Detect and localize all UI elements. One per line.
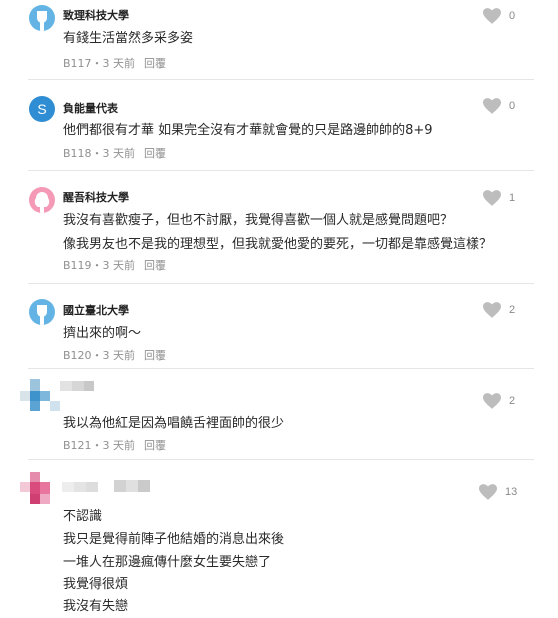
comment-text: 我沒有喜歡瘦子，但也不討厭，我覺得喜歡一個人就是感覺問題吧？	[63, 213, 454, 228]
comment-b121: 我以為他紅是因為唱饒舌裡面帥的很少 B121・3 天前 回覆 2	[0, 369, 558, 459]
comment-meta: B120・3 天前 回覆	[63, 347, 166, 363]
reply-button[interactable]: 回覆	[144, 259, 166, 272]
separator: ・	[91, 147, 103, 160]
heart-icon	[483, 190, 501, 206]
like-count: 2	[509, 304, 516, 316]
heart-icon	[483, 98, 501, 114]
comment-time: 3 天前	[102, 259, 136, 272]
like-count: 0	[509, 100, 516, 112]
comment-text: 不認識	[63, 509, 103, 524]
floor-number: B121	[63, 439, 92, 452]
comment-meta: B118・3 天前 回覆	[63, 145, 166, 161]
separator: ・	[91, 439, 103, 452]
comment-meta: B121・3 天前 回覆	[63, 437, 166, 453]
comment-text: 有錢生活當然多采多姿	[63, 31, 194, 46]
comment-b119: 醒吾科技大學 我沒有喜歡瘦子，但也不討厭，我覺得喜歡一個人就是感覺問題吧？ 像我…	[0, 171, 558, 283]
comment-text: 我沒有失戀	[63, 599, 129, 614]
floor-number: B118	[63, 147, 92, 160]
like-button[interactable]: 0	[483, 8, 515, 24]
comment-text: 我只是覺得前陣子他結婚的消息出來後	[63, 532, 285, 547]
comment-author[interactable]: 國立臺北大學	[63, 302, 129, 318]
comment-time: 3 天前	[102, 349, 136, 362]
pixelated-avatar[interactable]	[20, 472, 60, 508]
comment-text: 擠出來的啊～	[63, 326, 142, 341]
like-button[interactable]: 0	[483, 98, 515, 114]
comment-b117: 致理科技大學 有錢生活當然多采多姿 B117・3 天前 回覆 0	[0, 0, 558, 80]
reply-button[interactable]: 回覆	[144, 439, 166, 452]
separator: ・	[91, 57, 103, 70]
like-count: 13	[505, 486, 518, 498]
blurred-username	[60, 379, 96, 391]
comment-text: 我以為他紅是因為唱饒舌裡面帥的很少	[63, 416, 285, 431]
like-count: 0	[509, 10, 516, 22]
comment-time: 3 天前	[102, 147, 136, 160]
like-count: 2	[509, 395, 516, 407]
comment-meta: B119・3 天前 回覆	[63, 257, 166, 273]
heart-icon	[483, 302, 501, 318]
comment-b118: S 負能量代表 他們都很有才華 如果完全沒有才華就會覺的只是路邊帥帥的8+9 B…	[0, 80, 558, 170]
like-button[interactable]: 13	[479, 484, 517, 500]
like-button[interactable]: 1	[483, 190, 515, 206]
like-count: 1	[509, 192, 516, 204]
comment-text: 我覺得很煩	[63, 577, 129, 592]
heart-icon	[479, 484, 497, 500]
reply-button[interactable]: 回覆	[144, 349, 166, 362]
comment-text: 他們都很有才華 如果完全沒有才華就會覺的只是路邊帥帥的8+9	[63, 123, 433, 138]
school-avatar-icon[interactable]	[29, 5, 55, 31]
comment-b120: 國立臺北大學 擠出來的啊～ B120・3 天前 回覆 2	[0, 284, 558, 368]
comment-author[interactable]: 負能量代表	[63, 100, 118, 116]
floor-number: B120	[63, 349, 92, 362]
comment-text: 像我男友也不是我的理想型，但我就愛他愛的要死，一切都是靠感覺這樣？	[63, 237, 493, 252]
floor-number: B119	[63, 259, 92, 272]
like-button[interactable]: 2	[483, 393, 515, 409]
comment-time: 3 天前	[102, 57, 136, 70]
comment-time: 3 天前	[102, 439, 136, 452]
blurred-username	[62, 478, 152, 492]
reply-button[interactable]: 回覆	[144, 57, 166, 70]
comment-text: 一堆人在那邊瘋傳什麼女生要失戀了	[63, 555, 272, 570]
comment-author[interactable]: 致理科技大學	[63, 7, 129, 23]
comment-last: 不認識 我只是覺得前陣子他結婚的消息出來後 一堆人在那邊瘋傳什麼女生要失戀了 我…	[0, 460, 558, 618]
pixelated-avatar[interactable]	[20, 379, 60, 415]
heart-icon	[483, 8, 501, 24]
like-button[interactable]: 2	[483, 302, 515, 318]
floor-number: B117	[63, 57, 92, 70]
heart-icon	[483, 393, 501, 409]
separator: ・	[91, 349, 103, 362]
school-avatar-icon[interactable]	[29, 299, 55, 325]
female-avatar-icon[interactable]	[29, 187, 55, 213]
comment-meta: B117・3 天前 回覆	[63, 55, 166, 71]
reply-button[interactable]: 回覆	[144, 147, 166, 160]
letter-avatar[interactable]: S	[29, 96, 55, 122]
separator: ・	[91, 259, 103, 272]
comment-author[interactable]: 醒吾科技大學	[63, 189, 129, 205]
